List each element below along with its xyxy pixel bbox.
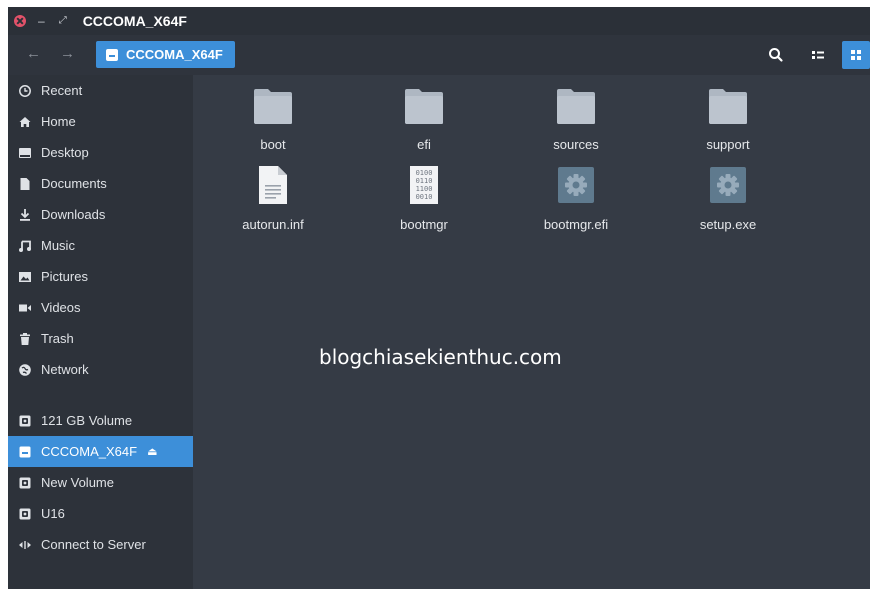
file-item-support[interactable]: support <box>658 87 798 152</box>
file-item-autorun-inf[interactable]: autorun.inf <box>203 165 343 232</box>
file-name: autorun.inf <box>242 217 304 232</box>
folder-icon <box>254 89 292 124</box>
file-name: sources <box>553 137 599 152</box>
file-name: bootmgr.efi <box>543 217 609 232</box>
file-name: setup.exe <box>699 217 757 232</box>
file-manager-window: – ⤢ CCCOMA_X64F ← → CCCOMA_X64F Recent H… <box>8 7 870 589</box>
sidebar-item-label: Music <box>41 238 75 253</box>
watermark-text: blogchiasekienthuc.com <box>319 345 562 369</box>
sidebar-item-label: Recent <box>41 83 83 98</box>
sidebar-item-new-volume[interactable]: New Volume <box>8 467 193 498</box>
network-icon <box>19 363 31 376</box>
drive-icon <box>19 508 31 519</box>
file-item-efi[interactable]: efi <box>354 87 494 152</box>
sidebar-item-label: Downloads <box>41 207 106 222</box>
binary-icon-line: 0110 <box>416 177 433 185</box>
sidebar-item-label: Pictures <box>41 269 88 284</box>
file-name: efi <box>417 137 431 152</box>
file-view: boot efi sources support autorun.inf 010… <box>193 75 870 589</box>
download-icon <box>20 208 30 221</box>
binary-file-icon: 0100 0110 1100 0010 <box>410 166 438 204</box>
home-icon <box>19 116 31 127</box>
executable-gear-icon <box>710 167 746 203</box>
sidebar-item-documents[interactable]: Documents <box>8 168 193 199</box>
sidebar-item-home[interactable]: Home <box>8 106 193 137</box>
sidebar-item-label: Home <box>41 114 76 129</box>
file-item-boot[interactable]: boot <box>203 87 343 152</box>
list-view-icon[interactable] <box>806 43 830 67</box>
file-name: boot <box>260 137 286 152</box>
text-file-icon <box>259 166 287 204</box>
file-name: bootmgr <box>400 217 448 232</box>
file-item-bootmgr-efi[interactable]: bootmgr.efi <box>506 165 646 232</box>
sidebar-item-label: Videos <box>41 300 81 315</box>
sidebar-item-label: New Volume <box>41 475 114 490</box>
file-item-setup-exe[interactable]: setup.exe <box>658 165 798 232</box>
binary-icon-line: 0100 <box>416 169 433 177</box>
sidebar-item-trash[interactable]: Trash <box>8 323 193 354</box>
folder-icon <box>405 89 443 124</box>
close-window-button[interactable] <box>14 15 26 27</box>
document-icon <box>20 177 30 190</box>
removable-drive-icon <box>106 48 118 61</box>
music-icon <box>19 240 31 252</box>
sidebar: Recent Home Desktop Documents Downloads … <box>8 75 193 589</box>
maximize-window-button[interactable]: ⤢ <box>59 16 67 26</box>
sidebar-item-pictures[interactable]: Pictures <box>8 261 193 292</box>
binary-icon-line: 1100 <box>416 185 433 193</box>
clock-icon <box>19 84 31 97</box>
sidebar-item-label: Documents <box>41 176 107 191</box>
sidebar-item-cccoma-x64f[interactable]: CCCOMA_X64F ⏏ <box>8 436 193 467</box>
sidebar-item-connect-to-server[interactable]: Connect to Server <box>8 529 193 560</box>
sidebar-item-videos[interactable]: Videos <box>8 292 193 323</box>
binary-icon-line: 0010 <box>416 193 433 201</box>
folder-icon <box>557 89 595 124</box>
connect-server-icon <box>19 540 31 549</box>
icon-view-button[interactable] <box>842 41 870 69</box>
sidebar-item-label: Connect to Server <box>41 537 146 552</box>
video-icon <box>19 304 31 311</box>
sidebar-item-121gb-volume[interactable]: 121 GB Volume <box>8 405 193 436</box>
file-item-bootmgr[interactable]: 0100 0110 1100 0010 bootmgr <box>354 165 494 232</box>
eject-icon[interactable]: ⏏ <box>147 445 157 458</box>
sidebar-item-u16[interactable]: U16 <box>8 498 193 529</box>
sidebar-item-network[interactable]: Network <box>8 354 193 385</box>
drive-icon <box>19 415 31 426</box>
title-bar: – ⤢ CCCOMA_X64F <box>8 7 870 35</box>
sidebar-item-label: CCCOMA_X64F <box>41 444 138 459</box>
desktop-icon <box>19 147 31 158</box>
toolbar: ← → CCCOMA_X64F <box>8 35 870 75</box>
window-title: CCCOMA_X64F <box>82 13 187 29</box>
removable-drive-icon <box>19 446 31 457</box>
executable-gear-icon <box>558 167 594 203</box>
minimize-window-button[interactable]: – <box>38 15 45 27</box>
search-icon[interactable] <box>766 45 786 65</box>
path-bar-label: CCCOMA_X64F <box>126 47 223 62</box>
back-button[interactable]: ← <box>26 45 41 63</box>
sidebar-item-downloads[interactable]: Downloads <box>8 199 193 230</box>
sidebar-item-label: Trash <box>41 331 74 346</box>
folder-icon <box>709 89 747 124</box>
file-name: support <box>706 137 750 152</box>
picture-icon <box>19 271 31 282</box>
grid-view-icon <box>851 50 861 60</box>
sidebar-item-desktop[interactable]: Desktop <box>8 137 193 168</box>
trash-icon <box>20 332 30 345</box>
forward-button[interactable]: → <box>60 45 75 63</box>
sidebar-item-label: 121 GB Volume <box>41 413 133 428</box>
sidebar-item-label: U16 <box>41 506 65 521</box>
path-bar-button[interactable]: CCCOMA_X64F <box>96 41 235 68</box>
file-item-sources[interactable]: sources <box>506 87 646 152</box>
sidebar-item-recent[interactable]: Recent <box>8 75 193 106</box>
sidebar-item-label: Network <box>41 362 89 377</box>
drive-icon <box>19 477 31 488</box>
sidebar-item-music[interactable]: Music <box>8 230 193 261</box>
sidebar-item-label: Desktop <box>41 145 89 160</box>
